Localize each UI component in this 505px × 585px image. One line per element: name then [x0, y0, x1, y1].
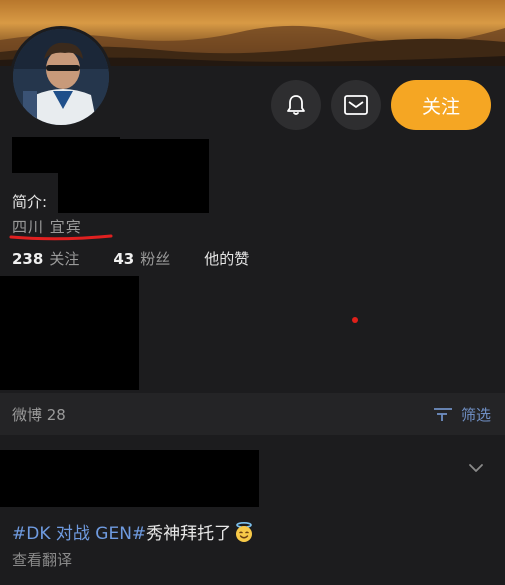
- avatar-photo: [13, 29, 109, 125]
- following-count: 238: [12, 250, 44, 268]
- avatar[interactable]: [10, 26, 112, 128]
- redacted-bio-text: [58, 139, 209, 213]
- filter-icon: [433, 406, 453, 422]
- likes-stat[interactable]: 他的赞: [204, 248, 249, 269]
- following-label: 关注: [49, 250, 80, 268]
- redacted-content-block: [0, 276, 139, 390]
- weibo-count-label[interactable]: 微博 28: [12, 404, 66, 425]
- follow-button[interactable]: 关注: [391, 80, 491, 130]
- smiling-face-with-halo-icon: [236, 521, 253, 542]
- envelope-icon: [344, 95, 368, 115]
- post-body: 秀神拜托了: [146, 524, 232, 544]
- filter-label: 筛选: [460, 405, 491, 424]
- followers-stat[interactable]: 43 粉丝: [113, 248, 170, 269]
- redacted-post-header: [0, 450, 259, 507]
- bio-label: 简介:: [12, 193, 48, 211]
- filter-button[interactable]: 筛选: [433, 404, 491, 425]
- chevron-down-icon[interactable]: [467, 461, 485, 475]
- followers-label: 粉丝: [140, 250, 171, 268]
- message-button[interactable]: [331, 80, 381, 130]
- likes-label: 他的赞: [204, 250, 250, 268]
- follow-button-label: 关注: [421, 95, 460, 118]
- notification-bell-button[interactable]: [271, 80, 321, 130]
- post-hashtag[interactable]: #DK 对战 GEN#: [12, 519, 146, 544]
- red-dot-mark: [352, 317, 358, 323]
- bell-icon: [287, 95, 305, 115]
- following-stat[interactable]: 238 关注: [12, 248, 79, 269]
- red-underline-annotation: [9, 234, 113, 241]
- profile-stats: 238 关注 43 粉丝 他的赞: [12, 248, 283, 269]
- translate-link[interactable]: 查看翻译: [12, 549, 72, 570]
- post-text: #DK 对战 GEN# 秀神拜托了: [12, 519, 255, 544]
- weibo-tab-bar: 微博 28 筛选: [0, 393, 505, 435]
- followers-count: 43: [113, 250, 135, 268]
